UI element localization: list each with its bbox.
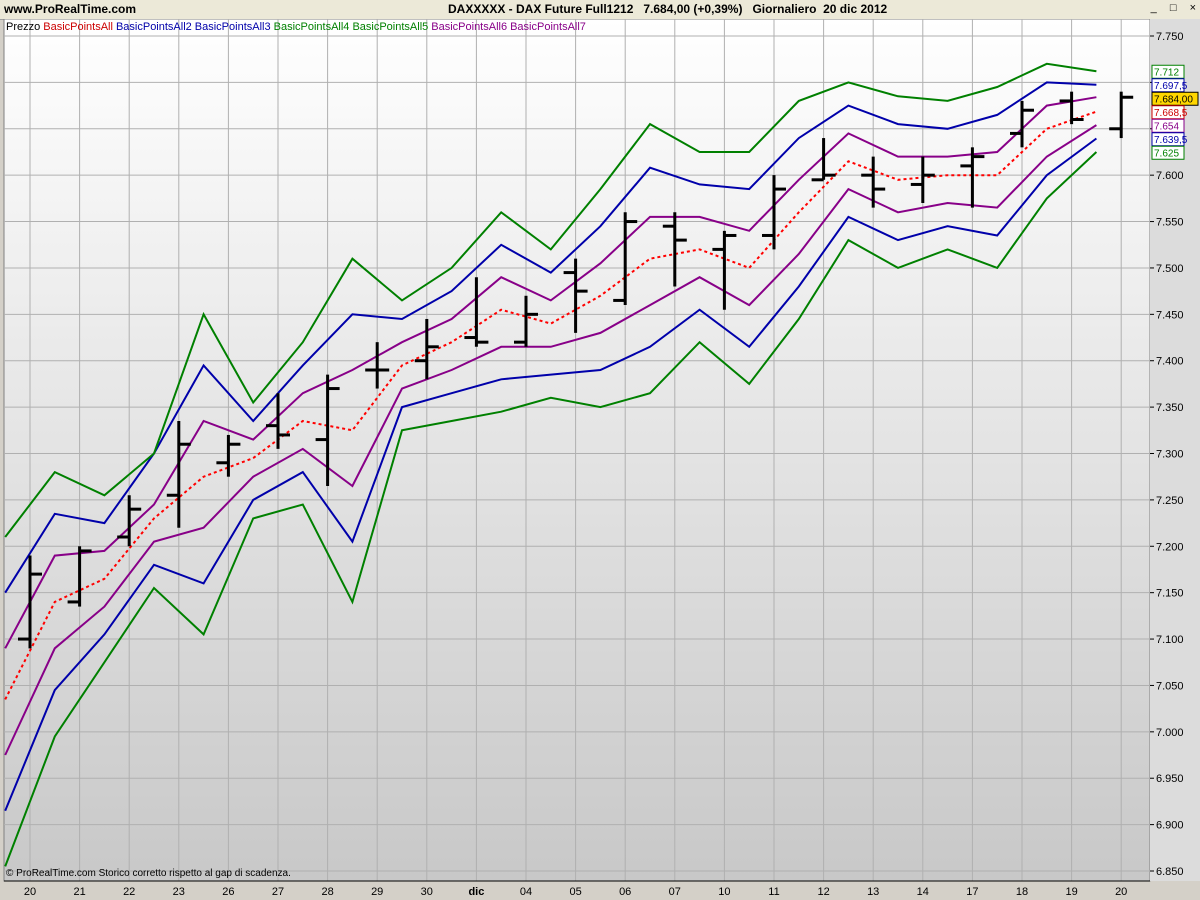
plot-background — [3, 19, 1151, 882]
x-tick-label: 20 — [24, 886, 36, 898]
y-tick-label: 7.750 — [1156, 31, 1184, 43]
legend: Prezzo BasicPointsAll BasicPointsAll2 Basic… — [6, 21, 589, 33]
x-tick-label: 11 — [768, 886, 779, 898]
close-button[interactable]: × — [1190, 2, 1196, 14]
y-tick-label: 7.050 — [1156, 680, 1184, 692]
x-tick-label: 04 — [520, 886, 532, 898]
window-controls: _ □ × — [1141, 2, 1196, 14]
legend-item: BasicPointsAll3 — [194, 21, 271, 33]
y-tick-label: 7.150 — [1156, 588, 1184, 600]
legend-item: BasicPointsAll7 — [510, 21, 586, 33]
title-bar: www.ProRealTime.com DAXXXXX - DAX Future… — [0, 0, 1200, 20]
x-tick-label: 26 — [222, 886, 234, 898]
y-tick-label: 7.400 — [1156, 356, 1184, 368]
price-chart[interactable]: 6.850 6.900 6.950 7.000 7.050 7.100 7.150 7.200… — [0, 19, 1200, 900]
y-tick-label: 7.450 — [1156, 309, 1184, 321]
y-tick-label: 7.000 — [1156, 727, 1184, 739]
x-tick-label: 13 — [867, 886, 879, 898]
y-tick-label: 6.900 — [1156, 820, 1184, 832]
y-tick-label: 7.500 — [1156, 263, 1184, 275]
minimize-button[interactable]: _ — [1151, 2, 1157, 14]
x-tick-label: 05 — [569, 886, 581, 898]
x-tick-label: dic — [468, 886, 484, 898]
x-tick-label: 21 — [73, 886, 85, 898]
x-tick-label: 22 — [123, 886, 135, 898]
y-tick-label: 6.850 — [1156, 866, 1184, 878]
x-tick-label: 20 — [1115, 886, 1127, 898]
legend-item: BasicPointsAll5 — [352, 21, 429, 33]
y-tick-label: 7.250 — [1156, 495, 1184, 507]
x-tick-label: 27 — [272, 886, 284, 898]
y-tick-label: 7.200 — [1156, 541, 1184, 553]
value-label: 7.684,00 — [1154, 94, 1193, 105]
x-tick-label: 07 — [669, 886, 681, 898]
value-label: 7.712 — [1154, 67, 1179, 78]
x-tick-label: 12 — [817, 886, 829, 898]
y-tick-label: 7.600 — [1156, 170, 1184, 182]
legend-item: BasicPointsAll — [43, 21, 113, 33]
x-tick-label: 19 — [1065, 886, 1077, 898]
x-tick-label: 10 — [718, 886, 730, 898]
legend-item: Prezzo — [6, 21, 41, 33]
value-label: 7.668,5 — [1154, 108, 1188, 119]
y-tick-label: 7.350 — [1156, 402, 1184, 414]
x-tick-label: 18 — [1016, 886, 1028, 898]
x-tick-label: 14 — [917, 886, 929, 898]
y-tick-label: 7.300 — [1156, 449, 1184, 461]
y-tick-label: 7.100 — [1156, 634, 1184, 646]
x-tick-label: 28 — [321, 886, 333, 898]
value-label: 7.697,5 — [1154, 81, 1188, 92]
x-tick-label: 06 — [619, 886, 631, 898]
chart-title: DAXXXXX - DAX Future Full1212 7.684,00 (… — [448, 2, 888, 16]
footer-note: © ProRealTime.com Storico corretto rispe… — [6, 868, 291, 879]
legend-item: BasicPointsAll2 — [115, 21, 192, 33]
value-label: 7.654 — [1154, 121, 1179, 132]
value-label: 7.625 — [1154, 148, 1179, 159]
x-tick-label: 30 — [421, 886, 433, 898]
y-tick-label: 7.550 — [1156, 217, 1184, 229]
legend-item: BasicPointsAll4 — [273, 21, 350, 33]
value-label: 7.639,5 — [1154, 135, 1188, 146]
x-tick-label: 17 — [966, 886, 978, 898]
legend-item: BasicPointsAll6 — [431, 21, 508, 33]
y-tick-label: 6.950 — [1156, 773, 1184, 785]
restore-button[interactable]: □ — [1170, 2, 1177, 14]
site-name[interactable]: www.ProRealTime.com — [4, 2, 136, 16]
x-axis: 20 21 22 23 26 27 28 29 30 dic 04 05 06 07 10 11 12 13 14 1… — [4, 880, 1150, 898]
x-tick-label: 29 — [371, 886, 383, 898]
x-tick-label: 23 — [173, 886, 185, 898]
